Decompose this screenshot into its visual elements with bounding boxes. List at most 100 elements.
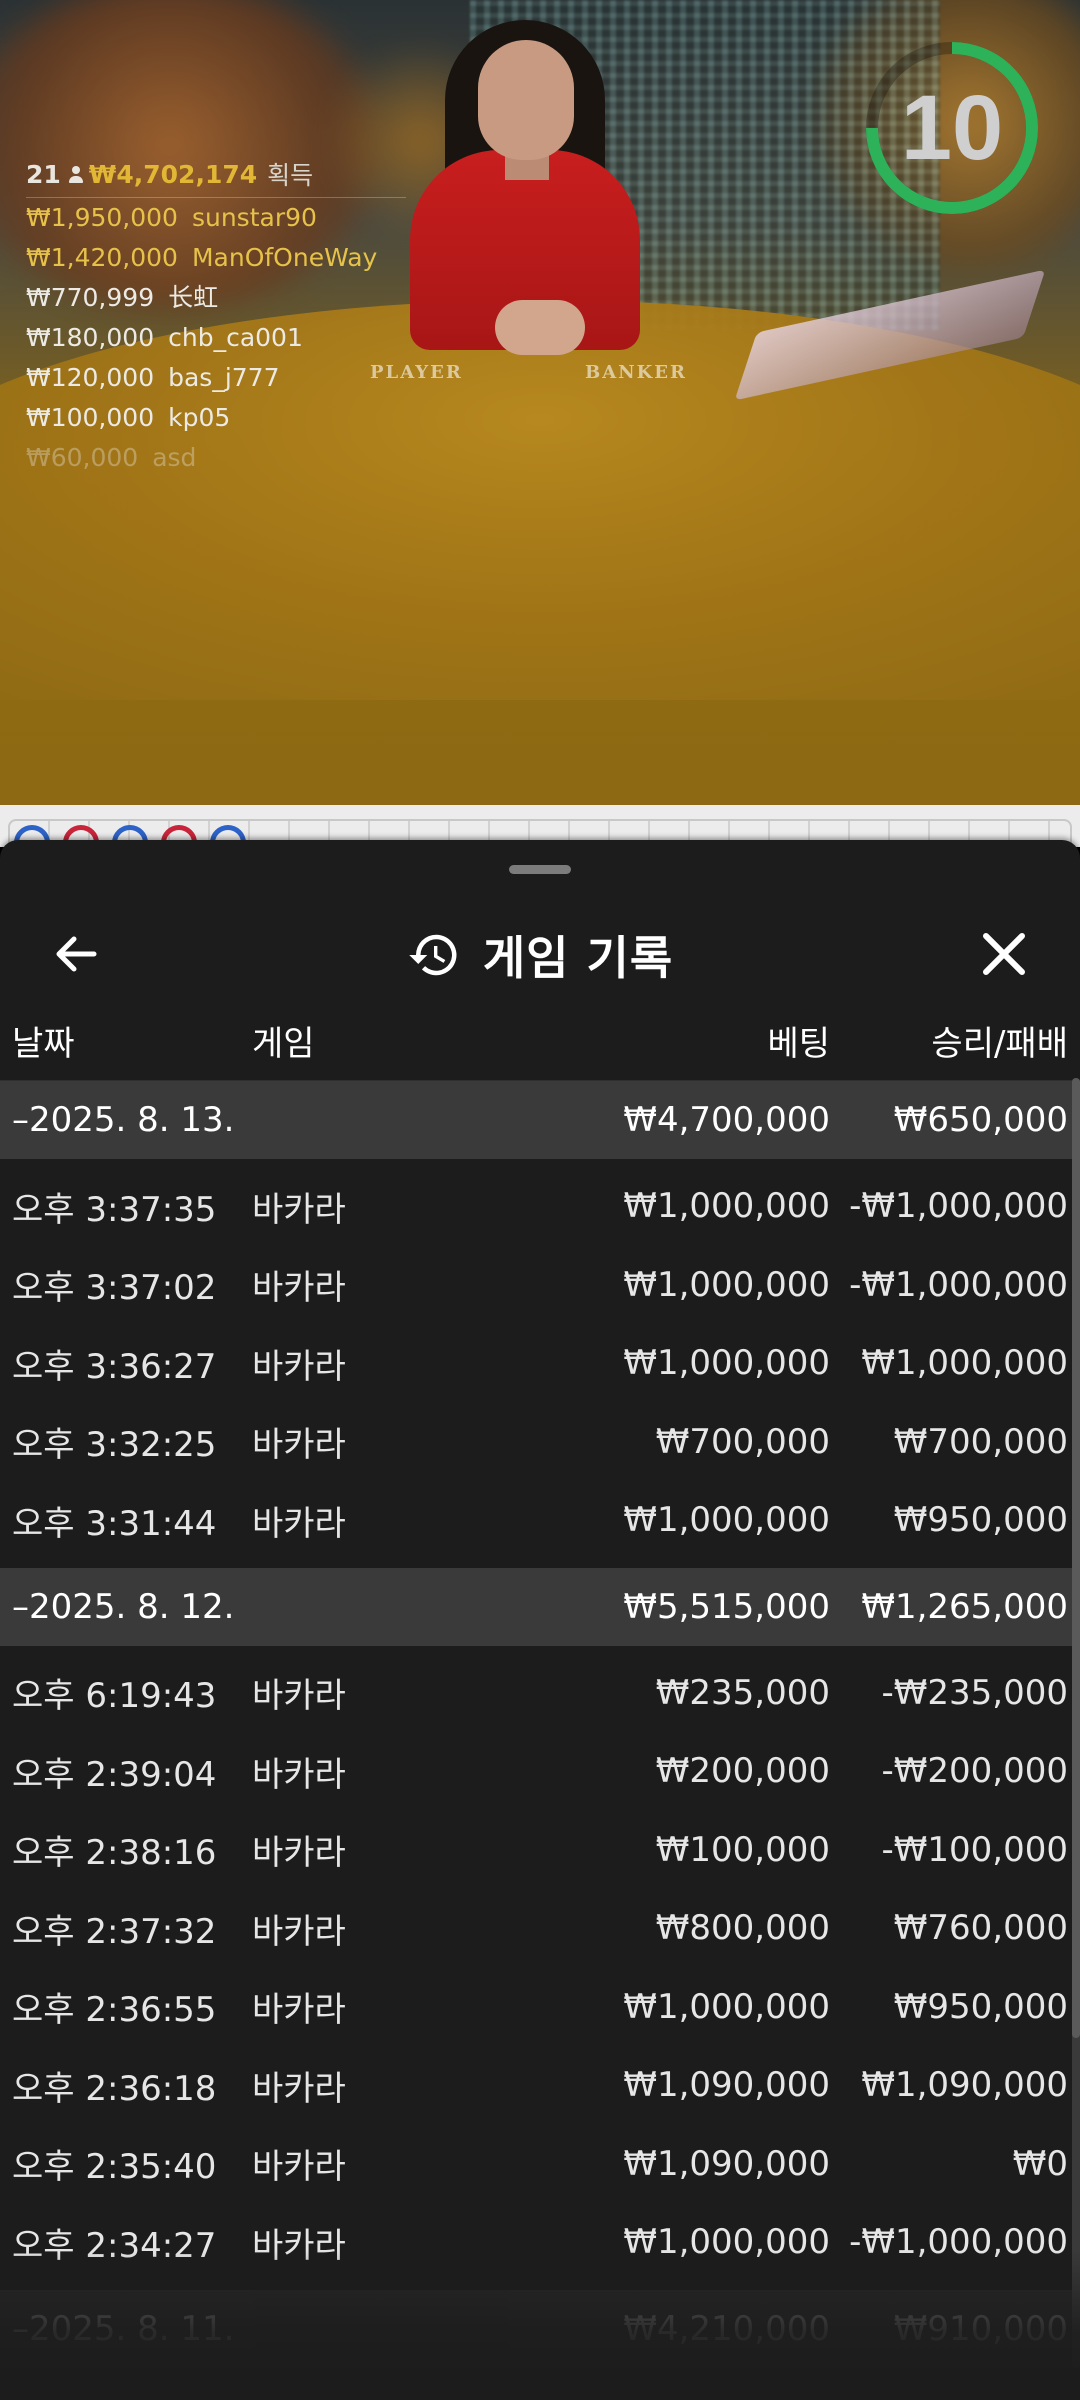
history-row[interactable]: 오후 2:36:18 바카라 ₩1,090,000 ₩1,090,000 (0, 2046, 1080, 2125)
leaderboard-row: ₩100,000 kp05 (26, 398, 406, 438)
row-result: ₩1,000,000 (861, 1343, 1068, 1384)
row-bet: ₩1,000,000 (623, 1343, 830, 1384)
column-date[interactable]: 날짜 (12, 1000, 75, 1080)
history-row[interactable]: 오후 3:31:44 바카라 ₩1,000,000 ₩950,000 (0, 1481, 1080, 1560)
group-bet-total: ₩4,700,000 (623, 1100, 830, 1140)
timer-value: 10 (900, 77, 1004, 179)
leaderboard-row: ₩180,000 chb_ca001 (26, 318, 406, 358)
live-video-stream: PLAYER BANKER 21 ₩4,702,174 획득 ₩1,950,00… (0, 0, 1080, 805)
row-game: 바카라 (252, 2225, 346, 2266)
history-row[interactable]: 오후 3:36:27 바카라 ₩1,000,000 ₩1,000,000 (0, 1324, 1080, 1403)
game-history-sheet: 게임 기록 날짜 게임 베팅 승리/패배 –2025. 8. 13. ₩4,700… (0, 840, 1080, 2400)
row-result: ₩950,000 (893, 1986, 1068, 2027)
group-result-total: ₩1,265,000 (861, 1586, 1068, 1627)
column-bet[interactable]: 베팅 (767, 1000, 830, 1080)
history-row[interactable]: 오후 2:36:55 바카라 ₩1,000,000 ₩950,000 (0, 1968, 1080, 2047)
history-row[interactable]: 오후 2:34:27 바카라 ₩1,000,000 -₩1,000,000 (0, 2203, 1080, 2282)
sheet-title: 게임 기록 (482, 931, 674, 985)
leaderboard-header: 21 ₩4,702,174 획득 (26, 155, 406, 198)
row-time: 오후 3:37:35 (12, 1189, 217, 1230)
winner-amount: ₩100,000 (26, 403, 155, 432)
history-row[interactable]: 오후 2:37:32 바카라 ₩800,000 ₩760,000 (0, 1889, 1080, 1968)
winner-name: sunstar90 (191, 203, 317, 232)
date-group-row[interactable]: –2025. 8. 12. ₩5,515,000 ₩1,265,000 (0, 1567, 1080, 1646)
row-bet: ₩1,000,000 (623, 1986, 830, 2027)
row-bet: ₩800,000 (655, 1908, 830, 1949)
winner-amount: ₩1,950,000 (26, 203, 178, 232)
scrollbar-thumb[interactable] (1072, 1078, 1080, 2038)
row-bet: ₩700,000 (655, 1421, 830, 1462)
row-game: 바카라 (252, 1346, 346, 1387)
row-time: 오후 2:34:27 (12, 2225, 217, 2266)
row-time: 오후 2:36:55 (12, 1990, 217, 2031)
row-game: 바카라 (252, 1754, 346, 1795)
row-game: 바카라 (252, 2147, 346, 2188)
arrow-left-icon (56, 936, 97, 972)
date-group-row[interactable]: –2025. 8. 13. ₩4,700,000 ₩650,000 (0, 1081, 1080, 1159)
history-row[interactable]: 오후 6:19:43 바카라 ₩235,000 -₩235,000 (0, 1654, 1080, 1733)
winners-leaderboard: 21 ₩4,702,174 획득 ₩1,950,000 sunstar90 ₩1,4… (26, 155, 406, 478)
row-time: 오후 2:36:18 (12, 2068, 217, 2109)
leaderboard-list: ₩1,950,000 sunstar90 ₩1,420,000 ManOfOneWay… (26, 198, 406, 478)
history-row[interactable]: 오후 3:32:25 바카라 ₩700,000 ₩700,000 (0, 1403, 1080, 1482)
row-time: 오후 3:37:02 (12, 1268, 217, 1309)
betting-timer: 10 (864, 40, 1040, 216)
leaderboard-row: ₩1,420,000 ManOfOneWay (26, 238, 406, 278)
row-game: 바카라 (252, 1268, 346, 1309)
row-result: ₩1,090,000 (861, 2065, 1068, 2106)
row-result: ₩0 (1012, 2143, 1068, 2184)
row-result: ₩760,000 (893, 1908, 1068, 1949)
row-game: 바카라 (252, 1189, 346, 1230)
table-label-banker: BANKER (585, 362, 687, 383)
column-game[interactable]: 게임 (252, 1000, 315, 1080)
back-button[interactable] (44, 922, 108, 986)
row-bet: ₩1,090,000 (623, 2065, 830, 2106)
winnings-suffix: 획득 (267, 161, 314, 190)
winner-count: 21 (26, 159, 61, 189)
row-result: -₩1,000,000 (849, 2222, 1068, 2263)
row-result: -₩200,000 (881, 1751, 1069, 1792)
winnings-total: ₩4,702,174 (88, 159, 258, 189)
row-bet: ₩1,000,000 (623, 1264, 830, 1305)
winner-amount: ₩60,000 (26, 443, 139, 472)
column-result[interactable]: 승리/패배 (931, 1000, 1068, 1080)
winner-amount: ₩180,000 (26, 323, 155, 352)
history-icon (409, 934, 457, 976)
group-result-total: ₩910,000 (893, 2308, 1068, 2349)
winner-name: 长虹 (168, 283, 219, 312)
winner-amount: ₩1,420,000 (26, 243, 178, 272)
row-game: 바카라 (252, 1833, 346, 1874)
leaderboard-row: ₩770,999 长虹 (26, 278, 406, 318)
row-game: 바카라 (252, 1911, 346, 1952)
history-row[interactable]: 오후 3:37:35 바카라 ₩1,000,000 -₩1,000,000 (0, 1167, 1080, 1246)
row-result: -₩1,000,000 (849, 1264, 1068, 1305)
row-time: 오후 2:38:16 (12, 1833, 217, 1874)
close-button[interactable] (972, 922, 1036, 986)
date-group-row[interactable]: –2025. 8. 11. ₩4,210,000 ₩910,000 (0, 2289, 1080, 2368)
history-row[interactable]: 오후 2:39:04 바카라 ₩200,000 -₩200,000 (0, 1732, 1080, 1811)
row-game: 바카라 (252, 2068, 346, 2109)
winner-name: chb_ca001 (168, 323, 303, 352)
leaderboard-row: ₩120,000 bas_j777 (26, 358, 406, 398)
group-result-total: ₩650,000 (893, 1100, 1068, 1140)
history-table: 날짜 게임 베팅 승리/패배 –2025. 8. 13. ₩4,700,000 ₩6… (0, 1000, 1080, 2368)
group-date: –2025. 8. 12. (12, 1586, 235, 1627)
table-header: 날짜 게임 베팅 승리/패배 (0, 1000, 1080, 1081)
history-row[interactable]: 오후 2:38:16 바카라 ₩100,000 -₩100,000 (0, 1811, 1080, 1890)
row-time: 오후 6:19:43 (12, 1676, 217, 1717)
drag-handle[interactable] (509, 865, 571, 874)
row-bet: ₩1,000,000 (623, 1186, 830, 1227)
history-row[interactable]: 오후 2:35:40 바카라 ₩1,090,000 ₩0 (0, 2125, 1080, 2204)
row-game: 바카라 (252, 1676, 346, 1717)
group-bet-total: ₩4,210,000 (623, 2308, 830, 2349)
winner-name: bas_j777 (168, 363, 280, 392)
winner-name: ManOfOneWay (191, 243, 378, 272)
row-bet: ₩235,000 (655, 1672, 830, 1713)
row-game: 바카라 (252, 1425, 346, 1466)
history-row[interactable]: 오후 3:37:02 바카라 ₩1,000,000 -₩1,000,000 (0, 1246, 1080, 1325)
row-result: -₩235,000 (881, 1672, 1069, 1713)
leaderboard-row: ₩60,000 asd (26, 438, 406, 478)
